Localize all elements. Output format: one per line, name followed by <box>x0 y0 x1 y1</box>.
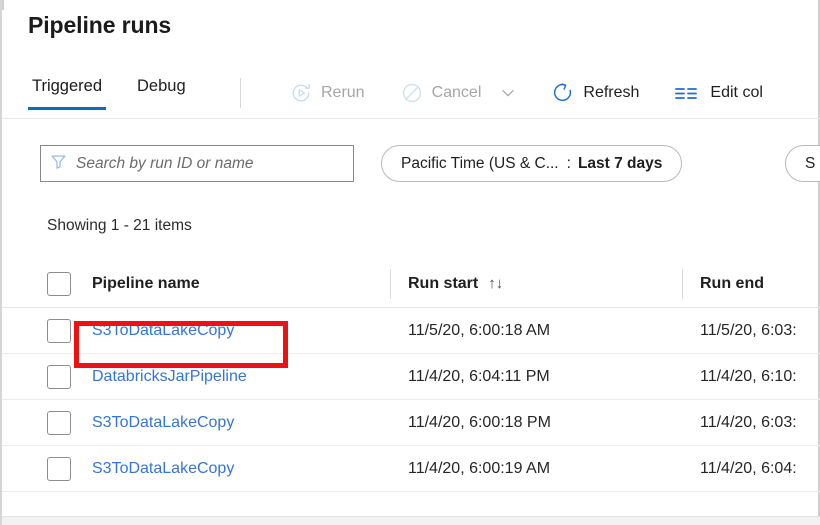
cancel-prohibited-icon <box>401 82 423 104</box>
results-count: Showing 1 - 21 items <box>47 217 192 235</box>
row-checkbox[interactable] <box>47 457 71 481</box>
cancel-button-label: Cancel <box>432 84 482 102</box>
table-row[interactable]: S3ToDataLakeCopy 11/5/20, 6:00:18 AM 11/… <box>2 308 820 354</box>
table-row[interactable]: S3ToDataLakeCopy 11/4/20, 6:00:18 PM 11/… <box>2 400 820 446</box>
column-header-run-start[interactable]: Run start ↑↓ <box>390 275 682 293</box>
time-range-filter-pill[interactable]: Pacific Time (US & C... : Last 7 days <box>381 145 682 182</box>
filter-bar: Pacific Time (US & C... : Last 7 days S <box>2 119 820 192</box>
edit-columns-button[interactable]: Edit col <box>667 75 770 111</box>
cell-pipeline-name: DatabricksJarPipeline <box>92 368 390 386</box>
column-header-pipeline-name[interactable]: Pipeline name <box>92 275 390 293</box>
refresh-circular-arrow-icon <box>552 82 574 104</box>
run-start-value: 11/5/20, 6:00:18 AM <box>408 322 550 339</box>
pipeline-runs-table: Pipeline name Run start ↑↓ Run end S3ToD… <box>2 260 820 492</box>
table-row[interactable]: DatabricksJarPipeline 11/4/20, 6:04:11 P… <box>2 354 820 400</box>
run-start-value: 11/4/20, 6:04:11 PM <box>408 368 550 385</box>
row-select-cell <box>2 411 92 435</box>
search-box[interactable] <box>40 145 354 182</box>
command-bar-actions: Rerun Cancel <box>282 66 791 119</box>
row-select-cell <box>2 457 92 481</box>
cell-pipeline-name: S3ToDataLakeCopy <box>92 322 390 340</box>
rerun-circular-arrow-play-icon <box>290 82 312 104</box>
time-range-value: Last 7 days <box>578 155 662 173</box>
cancel-button[interactable]: Cancel <box>393 75 525 111</box>
cell-run-end: 11/4/20, 6:04: <box>682 460 820 478</box>
pipeline-name-link[interactable]: S3ToDataLakeCopy <box>92 460 234 477</box>
pipeline-name-link[interactable]: S3ToDataLakeCopy <box>92 414 234 431</box>
table-header-row: Pipeline name Run start ↑↓ Run end <box>2 260 820 308</box>
row-select-cell <box>2 365 92 389</box>
column-header-run-end[interactable]: Run end <box>682 275 820 293</box>
pipeline-runs-panel: Pipeline runs Triggered Debug R <box>0 0 820 525</box>
tab-debug-label: Debug <box>137 77 186 95</box>
page-title: Pipeline runs <box>28 12 171 39</box>
run-start-value: 11/4/20, 6:00:18 PM <box>408 414 551 431</box>
tab-list: Triggered Debug <box>28 66 217 119</box>
edit-columns-icon <box>675 84 701 102</box>
window-bottom-edge <box>2 516 820 525</box>
tab-debug[interactable]: Debug <box>133 66 190 119</box>
search-input[interactable] <box>76 155 344 173</box>
column-divider <box>390 269 391 299</box>
column-divider <box>682 269 683 299</box>
chevron-down-icon[interactable] <box>500 85 516 101</box>
command-bar: Triggered Debug Rerun <box>2 66 820 119</box>
sort-arrows-icon[interactable]: ↑↓ <box>488 275 503 292</box>
column-header-run-start-label: Run start <box>408 275 478 293</box>
window-edge-strip <box>2 0 4 10</box>
rerun-button-label: Rerun <box>321 84 365 102</box>
row-select-cell <box>2 319 92 343</box>
row-checkbox[interactable] <box>47 411 71 435</box>
rerun-button[interactable]: Rerun <box>282 75 373 111</box>
row-checkbox[interactable] <box>47 319 71 343</box>
status-filter-label: S <box>805 155 815 173</box>
cell-pipeline-name: S3ToDataLakeCopy <box>92 460 390 478</box>
select-all-cell <box>2 272 92 296</box>
run-end-value: 11/4/20, 6:04: <box>700 460 797 477</box>
run-end-value: 11/4/20, 6:10: <box>700 368 797 385</box>
row-checkbox[interactable] <box>47 365 71 389</box>
cell-run-end: 11/5/20, 6:03: <box>682 322 820 340</box>
cell-run-end: 11/4/20, 6:10: <box>682 368 820 386</box>
table-row[interactable]: S3ToDataLakeCopy 11/4/20, 6:00:19 AM 11/… <box>2 446 820 492</box>
time-zone-label: Pacific Time (US & C... <box>401 155 559 173</box>
run-end-value: 11/4/20, 6:03: <box>700 414 797 431</box>
tab-triggered[interactable]: Triggered <box>28 66 106 119</box>
pipeline-name-link[interactable]: S3ToDataLakeCopy <box>92 322 234 339</box>
run-end-value: 11/5/20, 6:03: <box>700 322 797 339</box>
cell-run-end: 11/4/20, 6:03: <box>682 414 820 432</box>
select-all-checkbox[interactable] <box>47 272 71 296</box>
filter-funnel-icon <box>50 153 67 175</box>
pipeline-name-link[interactable]: DatabricksJarPipeline <box>92 368 247 385</box>
cell-run-start: 11/4/20, 6:00:19 AM <box>390 460 682 478</box>
pill-separator: : <box>567 155 571 173</box>
refresh-button[interactable]: Refresh <box>544 75 647 111</box>
status-filter-pill[interactable]: S <box>785 145 820 182</box>
refresh-button-label: Refresh <box>583 84 639 102</box>
cell-run-start: 11/4/20, 6:00:18 PM <box>390 414 682 432</box>
cell-pipeline-name: S3ToDataLakeCopy <box>92 414 390 432</box>
edit-columns-button-label: Edit col <box>710 84 762 102</box>
cell-run-start: 11/5/20, 6:00:18 AM <box>390 322 682 340</box>
cell-run-start: 11/4/20, 6:04:11 PM <box>390 368 682 386</box>
run-start-value: 11/4/20, 6:00:19 AM <box>408 460 550 477</box>
tab-triggered-label: Triggered <box>32 77 102 95</box>
column-header-pipeline-name-label: Pipeline name <box>92 275 200 293</box>
command-bar-divider <box>240 78 241 108</box>
column-header-run-end-label: Run end <box>700 275 764 293</box>
